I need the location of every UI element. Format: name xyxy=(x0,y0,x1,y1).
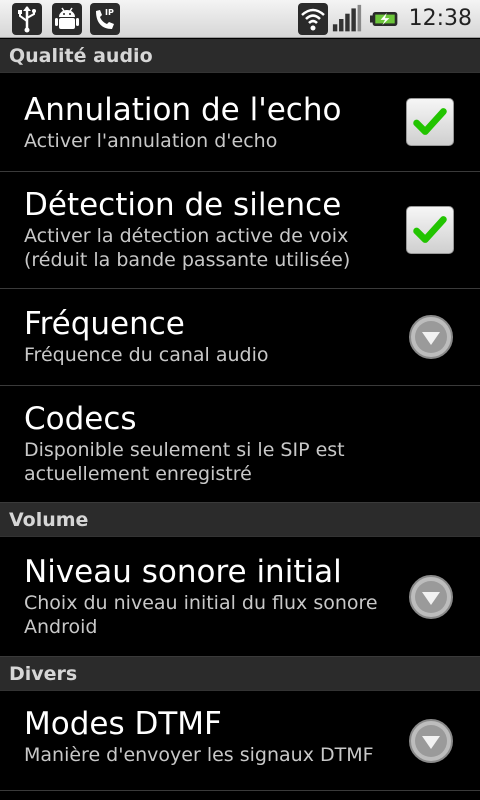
pref-dtmf-modes[interactable]: Modes DTMF Manière d'envoyer les signaux… xyxy=(0,691,480,791)
category-header: Divers xyxy=(0,657,480,691)
status-bar: IP 12:38 xyxy=(0,0,480,38)
dropdown-arrow-icon[interactable] xyxy=(408,314,454,360)
pref-summary: Choix du niveau initial du flux sonore A… xyxy=(24,592,378,638)
category-header: Qualité audio xyxy=(0,39,480,73)
svg-text:IP: IP xyxy=(105,8,114,17)
sip-phone-icon: IP xyxy=(90,3,120,35)
pref-summary: Activer la détection active de voix (réd… xyxy=(24,225,351,271)
wifi-icon xyxy=(298,3,328,35)
pref-codecs[interactable]: Codecs Disponible seulement si le SIP es… xyxy=(0,386,480,503)
pref-title: Fréquence xyxy=(24,306,185,342)
android-debug-icon xyxy=(52,3,82,35)
pref-echo-cancellation[interactable]: Annulation de l'echo Activer l'annulatio… xyxy=(0,73,480,172)
category-header: Volume xyxy=(0,503,480,537)
dropdown-arrow-icon[interactable] xyxy=(408,718,454,764)
pref-summary: Manière d'envoyer les signaux DTMF xyxy=(24,744,374,766)
usb-icon xyxy=(12,3,42,35)
checkmark-icon xyxy=(413,216,447,243)
pref-summary: Disponible seulement si le SIP est actue… xyxy=(24,439,345,485)
pref-title: Codecs xyxy=(24,401,137,437)
pref-initial-volume[interactable]: Niveau sonore initial Choix du niveau in… xyxy=(0,537,480,657)
echo-checkbox[interactable] xyxy=(406,98,454,146)
pref-summary: Fréquence du canal audio xyxy=(24,344,269,366)
signal-icon xyxy=(332,3,366,35)
pref-silence-detection[interactable]: Détection de silence Activer la détectio… xyxy=(0,172,480,289)
pref-title: Annulation de l'echo xyxy=(24,92,342,128)
pref-summary: Activer l'annulation d'echo xyxy=(24,130,278,152)
pref-title: Modes DTMF xyxy=(24,706,222,742)
checkmark-icon xyxy=(413,108,447,135)
silence-checkbox[interactable] xyxy=(406,206,454,254)
pref-frequency[interactable]: Fréquence Fréquence du canal audio xyxy=(0,289,480,386)
battery-charging-icon xyxy=(370,3,404,35)
preferences-list: Qualité audio Annulation de l'echo Activ… xyxy=(0,39,480,791)
pref-title: Détection de silence xyxy=(24,187,342,223)
dropdown-arrow-icon[interactable] xyxy=(408,574,454,620)
pref-title: Niveau sonore initial xyxy=(24,554,342,590)
status-clock: 12:38 xyxy=(408,6,472,31)
